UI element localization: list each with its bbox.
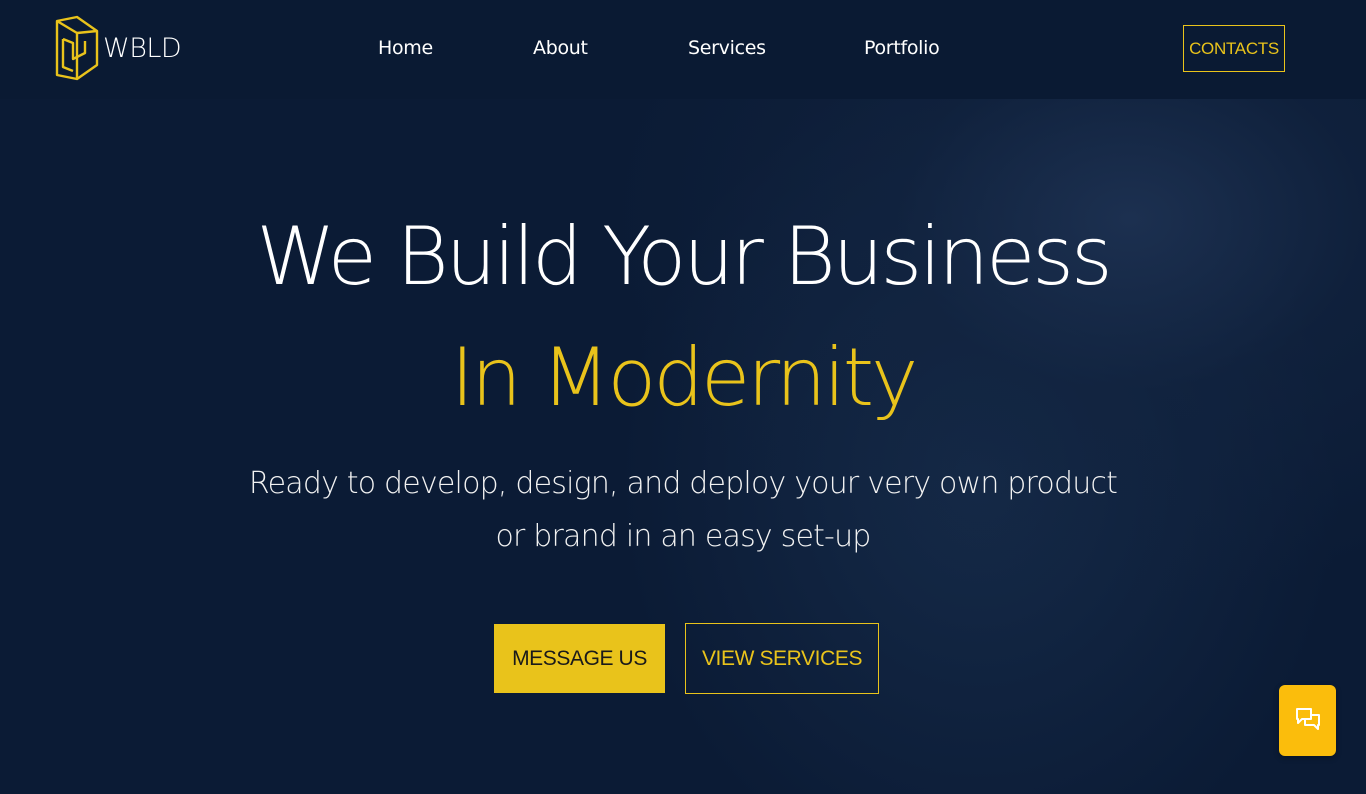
view-services-button[interactable]: VIEW SERVICES [685, 623, 879, 694]
hero-section: We Build Your Business In Modernity Read… [0, 99, 1366, 794]
site-header: WBLD Home About Services Portfolio CONTA… [0, 0, 1366, 99]
brand-logo[interactable]: WBLD [53, 15, 182, 81]
contacts-button[interactable]: CONTACTS [1183, 25, 1285, 72]
chat-bubbles-icon [1295, 707, 1320, 730]
nav-link-about[interactable]: About [533, 37, 588, 59]
nav-link-services[interactable]: Services [688, 37, 766, 59]
nav-link-home[interactable]: Home [378, 37, 433, 59]
hero-subtitle: In Modernity [450, 331, 919, 424]
hero-description: Ready to develop, design, and deploy you… [248, 466, 1118, 554]
nav-link-portfolio[interactable]: Portfolio [864, 37, 940, 59]
wbld-logo-icon [55, 15, 99, 81]
chat-button[interactable] [1279, 685, 1336, 756]
message-us-button[interactable]: MESSAGE US [494, 624, 665, 693]
hero-title: We Build Your Business [256, 210, 1112, 303]
brand-name: WBLD [103, 32, 182, 64]
